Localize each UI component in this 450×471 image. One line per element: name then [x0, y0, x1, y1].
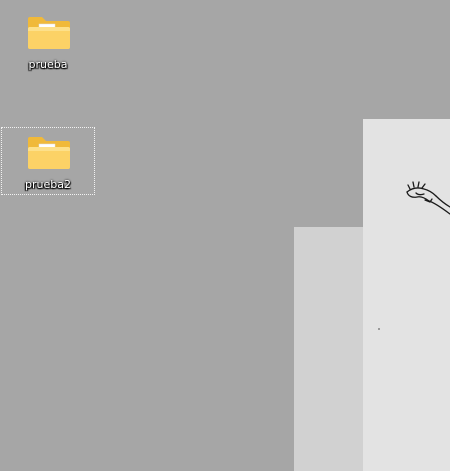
desktop[interactable]: prueba prueba2	[0, 0, 450, 471]
folder-icon	[28, 137, 70, 169]
desktop-icon-label: prueba	[28, 58, 68, 71]
desktop-icon-label: prueba2	[25, 178, 71, 191]
wallpaper-speck	[378, 328, 380, 330]
desktop-icon-prueba2[interactable]: prueba2	[1, 127, 95, 195]
desktop-icon-prueba[interactable]: prueba	[1, 7, 95, 75]
hand-sketch-drawing	[406, 181, 450, 215]
wallpaper-panel-left	[294, 227, 364, 471]
folder-icon	[28, 17, 70, 49]
wallpaper-panel-right	[363, 119, 450, 471]
